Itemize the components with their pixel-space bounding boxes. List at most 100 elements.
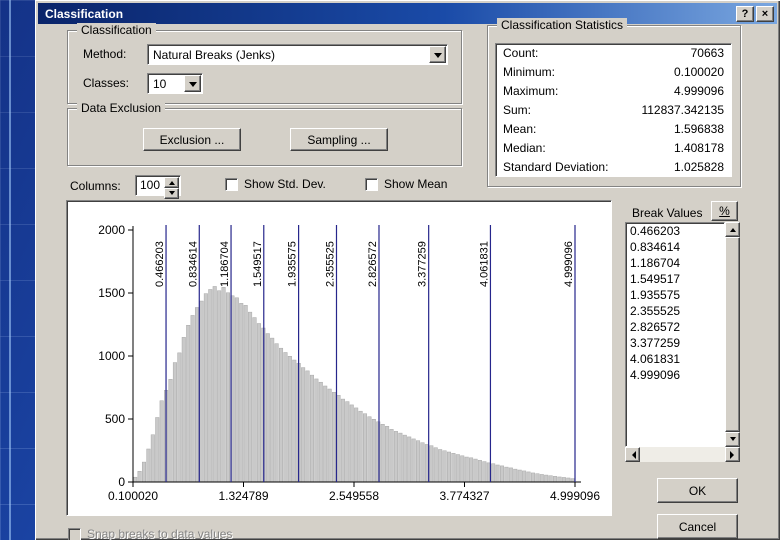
stat-value: 0.100020	[673, 65, 724, 79]
x-axis-label: 1.324789	[218, 489, 268, 503]
checkbox-box-icon[interactable]	[225, 177, 238, 191]
histogram-bar	[159, 400, 164, 483]
chevron-right-icon	[729, 450, 738, 459]
show-mean-checkbox[interactable]: Show Mean	[365, 177, 447, 191]
scroll-down-button[interactable]	[725, 432, 740, 447]
scrollbar-thumb[interactable]	[725, 237, 740, 432]
stat-row: Median: 1.408178	[496, 139, 731, 158]
histogram-bar	[451, 453, 456, 483]
break-value-item[interactable]: 1.186704	[626, 255, 724, 271]
break-values-header: Break Values	[632, 206, 703, 220]
histogram-bar	[243, 305, 248, 483]
histogram-bar	[380, 424, 385, 483]
scroll-left-button[interactable]	[625, 447, 640, 462]
break-value-item[interactable]: 1.935575	[626, 287, 724, 303]
percent-button[interactable]: %	[711, 201, 738, 221]
show-std-dev-checkbox[interactable]: Show Std. Dev.	[225, 177, 326, 191]
histogram-bar	[323, 385, 328, 483]
ok-button[interactable]: OK	[657, 478, 738, 503]
histogram-bar	[340, 398, 345, 483]
chevron-down-icon	[188, 81, 197, 91]
break-value-item[interactable]: 4.061831	[626, 351, 724, 367]
scroll-up-button[interactable]	[725, 222, 740, 237]
histogram-bar	[177, 352, 182, 483]
histogram-bar	[186, 325, 191, 483]
histogram-bar	[301, 367, 306, 483]
histogram-bar	[137, 471, 142, 483]
method-combobox[interactable]: Natural Breaks (Jenks)	[147, 44, 448, 65]
method-label: Method:	[83, 47, 127, 61]
spinner-up-button[interactable]	[164, 177, 179, 188]
histogram-svg[interactable]: 0 500 1000 1500 2000 0.100020 1.324789 2.549558…	[67, 201, 609, 513]
sampling-button[interactable]: Sampling ...	[290, 128, 388, 151]
chevron-down-icon	[729, 437, 736, 444]
histogram-bar	[358, 410, 363, 483]
histogram-bar	[517, 469, 522, 483]
histogram-bar	[393, 431, 398, 483]
snap-breaks-checkbox: Snap breaks to data values	[68, 527, 232, 540]
break-values-vertical-scrollbar[interactable]	[725, 222, 740, 447]
break-values-horizontal-scrollbar[interactable]	[625, 447, 740, 462]
dialog-title: Classification	[45, 6, 124, 21]
histogram-bar	[561, 477, 566, 483]
chevron-up-icon	[168, 178, 175, 185]
histogram-bar	[199, 300, 204, 483]
histogram-bar	[477, 460, 482, 483]
scroll-right-button[interactable]	[725, 447, 740, 462]
exclusion-button[interactable]: Exclusion ...	[143, 128, 241, 151]
histogram-bar	[212, 286, 217, 483]
histogram-bar	[398, 432, 403, 483]
cancel-button[interactable]: Cancel	[657, 514, 738, 539]
classes-combobox[interactable]: 10	[147, 73, 203, 94]
histogram-bar	[526, 471, 531, 483]
classes-dropdown-button[interactable]	[184, 75, 201, 92]
histogram-bar	[305, 370, 310, 483]
stat-value: 112837.342135	[641, 103, 724, 117]
break-value-item[interactable]: 4.999096	[626, 367, 724, 383]
histogram-bar	[141, 461, 147, 483]
break-value-item[interactable]: 1.549517	[626, 271, 724, 287]
stat-value: 4.999096	[673, 84, 724, 98]
desktop-background: Classification ? × Classification Method…	[0, 0, 780, 540]
break-values-list[interactable]: 0.466203 0.834614 1.186704 1.549517 1.935575…	[625, 222, 725, 447]
show-std-dev-label: Show Std. Dev.	[244, 177, 326, 191]
x-axis-label: 2.549558	[329, 489, 379, 503]
histogram-bar	[345, 401, 350, 483]
stat-row: Maximum: 4.999096	[496, 82, 731, 101]
histogram-bar	[318, 381, 323, 483]
break-value-item[interactable]: 3.377259	[626, 335, 724, 351]
histogram-bar	[349, 404, 354, 483]
dialog-titlebar[interactable]: Classification ? ×	[38, 3, 777, 24]
break-value-item[interactable]: 0.834614	[626, 239, 724, 255]
histogram-bar	[433, 447, 438, 483]
histogram-bar	[570, 478, 575, 483]
histogram-panel[interactable]: 0 500 1000 1500 2000 0.100020 1.324789 2.549558…	[66, 200, 612, 516]
break-value-item[interactable]: 2.355525	[626, 303, 724, 319]
checkbox-box-icon[interactable]	[365, 177, 378, 191]
method-value: Natural Breaks (Jenks)	[153, 47, 276, 62]
histogram-bar	[292, 359, 297, 483]
stat-label: Standard Deviation:	[503, 160, 609, 174]
scrollbar-track[interactable]	[640, 447, 725, 462]
histogram-bar	[557, 476, 562, 483]
histogram-bar	[203, 293, 208, 483]
histogram-bar	[438, 449, 443, 483]
chevron-down-icon	[433, 52, 442, 62]
histogram-bar	[482, 461, 487, 483]
histogram-bar	[460, 455, 465, 483]
columns-spinner[interactable]: 100	[135, 175, 181, 199]
method-dropdown-button[interactable]	[429, 46, 446, 63]
chevron-up-icon	[729, 225, 736, 232]
histogram-bar	[389, 429, 394, 483]
y-axis-label: 500	[105, 412, 125, 426]
histogram-bar	[190, 315, 195, 483]
histogram-bar	[279, 347, 284, 483]
help-button[interactable]: ?	[736, 5, 754, 22]
break-line-label: 1.935575	[287, 241, 299, 287]
spinner-down-button[interactable]	[164, 188, 179, 199]
break-value-item[interactable]: 0.466203	[626, 223, 724, 239]
close-button[interactable]: ×	[756, 5, 774, 22]
histogram-bar	[225, 292, 230, 483]
break-value-item[interactable]: 2.826572	[626, 319, 724, 335]
y-axis-label: 1000	[98, 349, 125, 363]
